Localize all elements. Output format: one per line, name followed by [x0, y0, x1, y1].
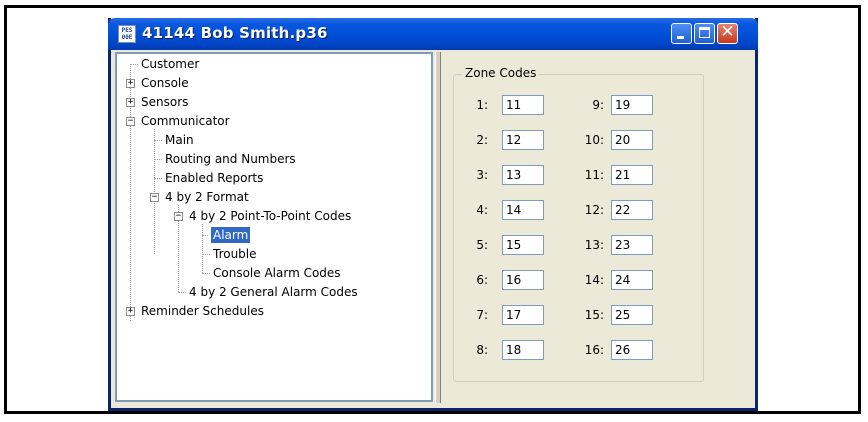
zone-label: 8:	[476, 343, 488, 357]
tree-item-alarm[interactable]: Alarm	[211, 227, 251, 243]
collapse-icon[interactable]: −	[174, 212, 183, 221]
zone-label: 1:	[476, 98, 488, 112]
zone-label: 6:	[476, 273, 488, 287]
tree-item-enabled-reports[interactable]: Enabled Reports	[163, 170, 265, 186]
zone-input[interactable]: 22	[611, 200, 653, 220]
zone-label: 7:	[476, 308, 488, 322]
zone-input[interactable]: 21	[611, 165, 653, 185]
zone-codes-group: Zone Codes 1: 11 2: 12 3: 13 4: 14 5: 15…	[453, 66, 704, 382]
zone-input[interactable]: 16	[502, 270, 544, 290]
expand-icon[interactable]: +	[126, 98, 135, 107]
tree-connector	[154, 140, 162, 141]
minimize-button[interactable]	[671, 23, 692, 44]
tree-item-general-alarm-codes[interactable]: 4 by 2 General Alarm Codes	[187, 284, 360, 300]
zone-label: 13:	[584, 238, 604, 252]
zone-input[interactable]: 24	[611, 270, 653, 290]
zone-label: 9:	[592, 98, 604, 112]
tree-item-console[interactable]: Console	[139, 75, 191, 91]
zone-label: 10:	[584, 133, 604, 147]
zone-label: 15:	[584, 308, 604, 322]
pane-splitter[interactable]	[435, 52, 441, 403]
tree-item-main[interactable]: Main	[163, 132, 196, 148]
zone-input[interactable]: 17	[502, 305, 544, 325]
tree-item-trouble[interactable]: Trouble	[211, 246, 259, 262]
zone-label: 2:	[476, 133, 488, 147]
tree-item-customer[interactable]: Customer	[139, 56, 201, 72]
maximize-button[interactable]	[694, 23, 715, 44]
tree-connector	[202, 254, 210, 255]
zone-label: 3:	[476, 168, 488, 182]
zone-label: 5:	[476, 238, 488, 252]
application-window: PES 00E 41144 Bob Smith.p36 ✕ + + − − − +	[108, 18, 758, 411]
zone-input[interactable]: 12	[502, 130, 544, 150]
tree-connector	[130, 64, 138, 65]
tree-item-reminder-schedules[interactable]: Reminder Schedules	[139, 303, 266, 319]
tree-connector	[202, 235, 208, 236]
zone-input[interactable]: 13	[502, 165, 544, 185]
title-bar[interactable]: PES 00E 41144 Bob Smith.p36 ✕	[108, 18, 758, 50]
tree-connector	[202, 273, 210, 274]
zone-input[interactable]: 18	[502, 340, 544, 360]
zone-codes-title: Zone Codes	[462, 66, 540, 80]
zone-input[interactable]: 26	[611, 340, 653, 360]
zone-label: 14:	[584, 273, 604, 287]
zone-input[interactable]: 25	[611, 305, 653, 325]
tree-connector	[178, 292, 186, 293]
close-icon: ✕	[720, 22, 735, 42]
zone-label: 12:	[584, 203, 604, 217]
zone-input[interactable]: 15	[502, 235, 544, 255]
zone-input[interactable]: 11	[502, 95, 544, 115]
tree-item-routing-numbers[interactable]: Routing and Numbers	[163, 151, 298, 167]
tree-item-console-alarm-codes[interactable]: Console Alarm Codes	[211, 265, 343, 281]
zone-input[interactable]: 14	[502, 200, 544, 220]
collapse-icon[interactable]: −	[150, 193, 159, 202]
window-title: 41144 Bob Smith.p36	[142, 24, 328, 42]
tree-connector	[154, 178, 162, 179]
tree-item-4by2-format[interactable]: 4 by 2 Format	[163, 189, 251, 205]
app-icon: PES 00E	[118, 25, 136, 43]
navigation-tree[interactable]: + + − − − + Customer Console Sensors Com…	[115, 52, 433, 402]
zone-label: 11:	[584, 168, 604, 182]
zone-label: 16:	[584, 343, 604, 357]
maximize-icon	[699, 27, 710, 38]
expand-icon[interactable]: +	[126, 79, 135, 88]
zone-input[interactable]: 20	[611, 130, 653, 150]
collapse-icon[interactable]: −	[126, 117, 135, 126]
zone-input[interactable]: 23	[611, 235, 653, 255]
expand-icon[interactable]: +	[126, 307, 135, 316]
tree-connector	[202, 224, 203, 273]
tree-item-communicator[interactable]: Communicator	[139, 113, 232, 129]
zone-input[interactable]: 19	[611, 95, 653, 115]
tree-item-point-to-point-codes[interactable]: 4 by 2 Point-To-Point Codes	[187, 208, 353, 224]
tree-connector	[154, 159, 162, 160]
tree-item-sensors[interactable]: Sensors	[139, 94, 190, 110]
close-button[interactable]: ✕	[717, 23, 738, 44]
zone-label: 4:	[476, 203, 488, 217]
minimize-icon	[677, 36, 684, 39]
